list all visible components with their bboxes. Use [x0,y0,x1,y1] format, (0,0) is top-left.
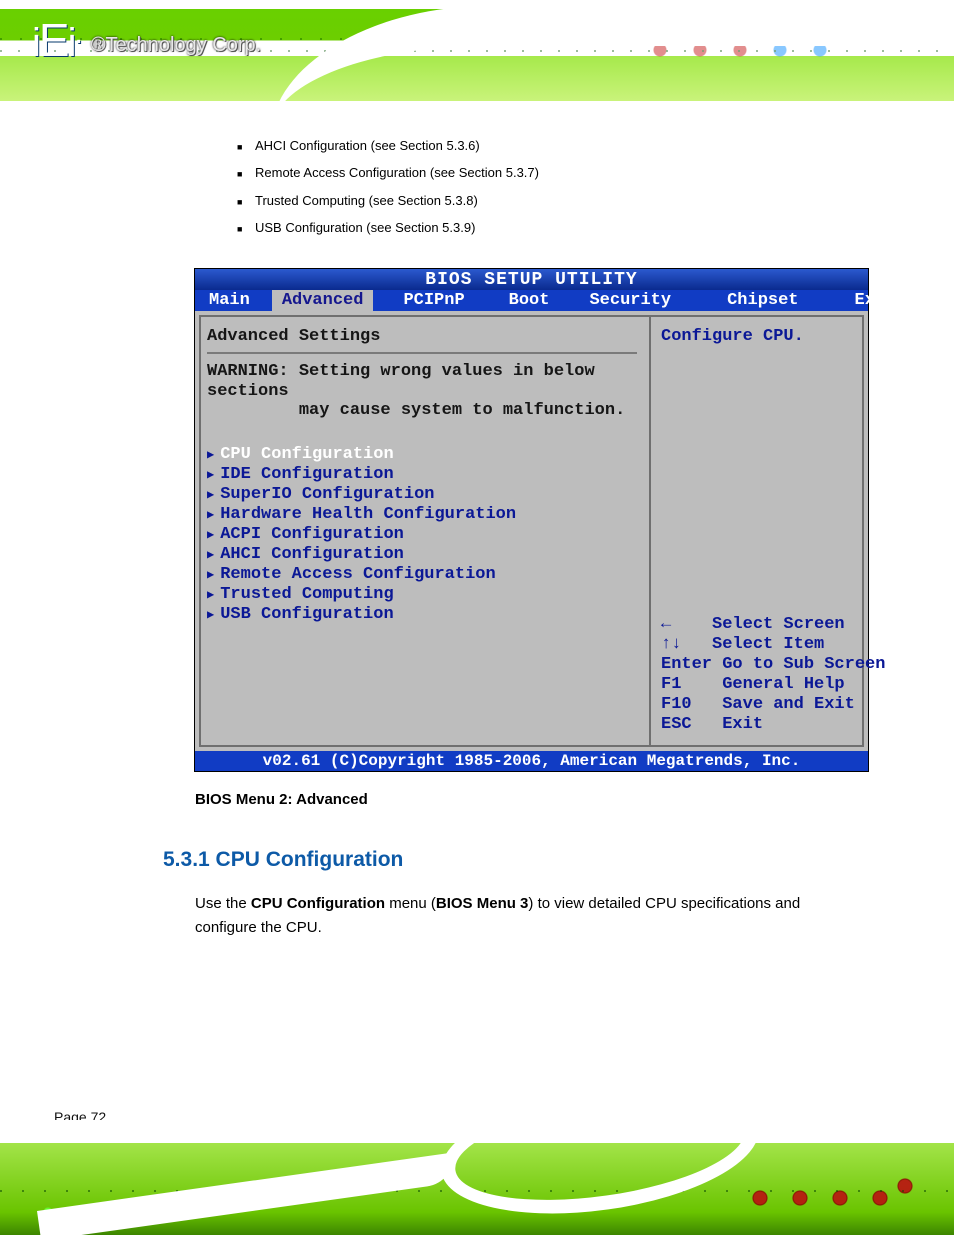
bios-menu-trusted[interactable]: ▶ Trusted Computing [207,585,637,605]
bios-tab-bar: Main Advanced PCIPnP Boot Security Chips… [195,290,868,311]
body-text: Use the [195,895,251,912]
bios-tab-boot[interactable]: Boot [483,290,570,311]
bios-menu-cpu[interactable]: ▶ CPU Configuration [207,445,637,465]
bios-warning-line2: may cause system to malfunction. [207,401,625,420]
bios-menu-label: ACPI Configuration [220,525,404,545]
key-hint: ← Select Screen [661,615,856,635]
feature-bullets: AHCI Configuration (see Section 5.3.6) R… [255,132,894,241]
key-hint: ↑↓ Select Item [661,635,856,655]
body-text-bold: BIOS Menu 3 [436,895,529,912]
bios-tab-chipset[interactable]: Chipset [697,290,828,311]
bios-menu-label: IDE Configuration [220,465,393,485]
bios-right-panel: Configure CPU. ← Select Screen ↑↓ Select… [649,315,864,747]
bios-menu-acpi[interactable]: ▶ ACPI Configuration [207,525,637,545]
bios-title: BIOS SETUP UTILITY [195,269,868,290]
bullet-item: USB Configuration (see Section 5.3.9) [255,214,894,241]
bullet-item: Remote Access Configuration (see Section… [255,159,894,186]
key-hint: F10 Save and Exit [661,695,856,715]
key-hint: ESC Exit [661,715,856,735]
bios-divider [207,352,637,354]
bios-warning-line1: WARNING: Setting wrong values in below s… [207,362,595,401]
triangle-icon: ▶ [207,508,214,522]
bios-help-text: Configure CPU. [661,327,856,346]
bios-menu-label: USB Configuration [220,605,393,625]
bios-menu-label: Trusted Computing [220,585,393,605]
body-text-bold: CPU Configuration [251,895,385,912]
triangle-icon: ▶ [207,488,214,502]
bios-tab-exit[interactable]: Exit [829,290,906,311]
bios-menu-ide[interactable]: ▶ IDE Configuration [207,465,637,485]
bios-menu-label: Hardware Health Configuration [220,505,516,525]
bios-menu-label: AHCI Configuration [220,545,404,565]
triangle-icon: ▶ [207,448,214,462]
bios-body: Advanced Settings WARNING: Setting wrong… [195,311,868,751]
bios-menu-label: Remote Access Configuration [220,565,495,585]
key-hint: F1 General Help [661,675,856,695]
bios-menu-hwhealth[interactable]: ▶ Hardware Health Configuration [207,505,637,525]
bullet-item: AHCI Configuration (see Section 5.3.6) [255,132,894,159]
body-text: menu ( [385,895,436,912]
triangle-icon: ▶ [207,608,214,622]
bios-heading: Advanced Settings [207,327,637,346]
footer-band [0,1120,954,1235]
bios-tab-pcipnp[interactable]: PCIPnP [373,290,482,311]
bios-menu-superio[interactable]: ▶ SuperIO Configuration [207,485,637,505]
brand-logo: iEi. ®Technology Corp. [32,22,261,59]
triangle-icon: ▶ [207,588,214,602]
bios-footer: v02.61 (C)Copyright 1985-2006, American … [195,751,868,771]
figure-caption: BIOS Menu 2: Advanced [195,791,894,808]
bios-menu-label: CPU Configuration [220,445,393,465]
key-hint: Enter Go to Sub Screen [661,655,856,675]
bios-warning: WARNING: Setting wrong values in below s… [207,362,637,421]
bullet-item: Trusted Computing (see Section 5.3.8) [255,187,894,214]
bios-menu-usb[interactable]: ▶ USB Configuration [207,605,637,625]
section-body: Use the CPU Configuration menu (BIOS Men… [195,892,865,940]
bios-left-panel: Advanced Settings WARNING: Setting wrong… [199,315,649,747]
bios-menu-label: SuperIO Configuration [220,485,434,505]
logo-mark: iEi. [32,22,81,59]
bios-menu-ahci[interactable]: ▶ AHCI Configuration [207,545,637,565]
bios-screenshot: BIOS SETUP UTILITY Main Advanced PCIPnP … [195,269,868,771]
triangle-icon: ▶ [207,468,214,482]
logo-text: ®Technology Corp. [91,34,261,57]
bios-tab-advanced[interactable]: Advanced [272,290,374,311]
header-band: iEi. ®Technology Corp. [0,0,954,112]
triangle-icon: ▶ [207,528,214,542]
triangle-icon: ▶ [207,568,214,582]
triangle-icon: ▶ [207,548,214,562]
bios-tab-security[interactable]: Security [569,290,697,311]
bios-key-help: ← Select Screen ↑↓ Select Item Enter Go … [661,615,856,735]
bios-menu-remote[interactable]: ▶ Remote Access Configuration [207,565,637,585]
page-content: AHCI Configuration (see Section 5.3.6) R… [0,112,954,1120]
section-title: 5.3.1 CPU Configuration [163,848,894,872]
bios-tab-main[interactable]: Main [195,290,272,311]
